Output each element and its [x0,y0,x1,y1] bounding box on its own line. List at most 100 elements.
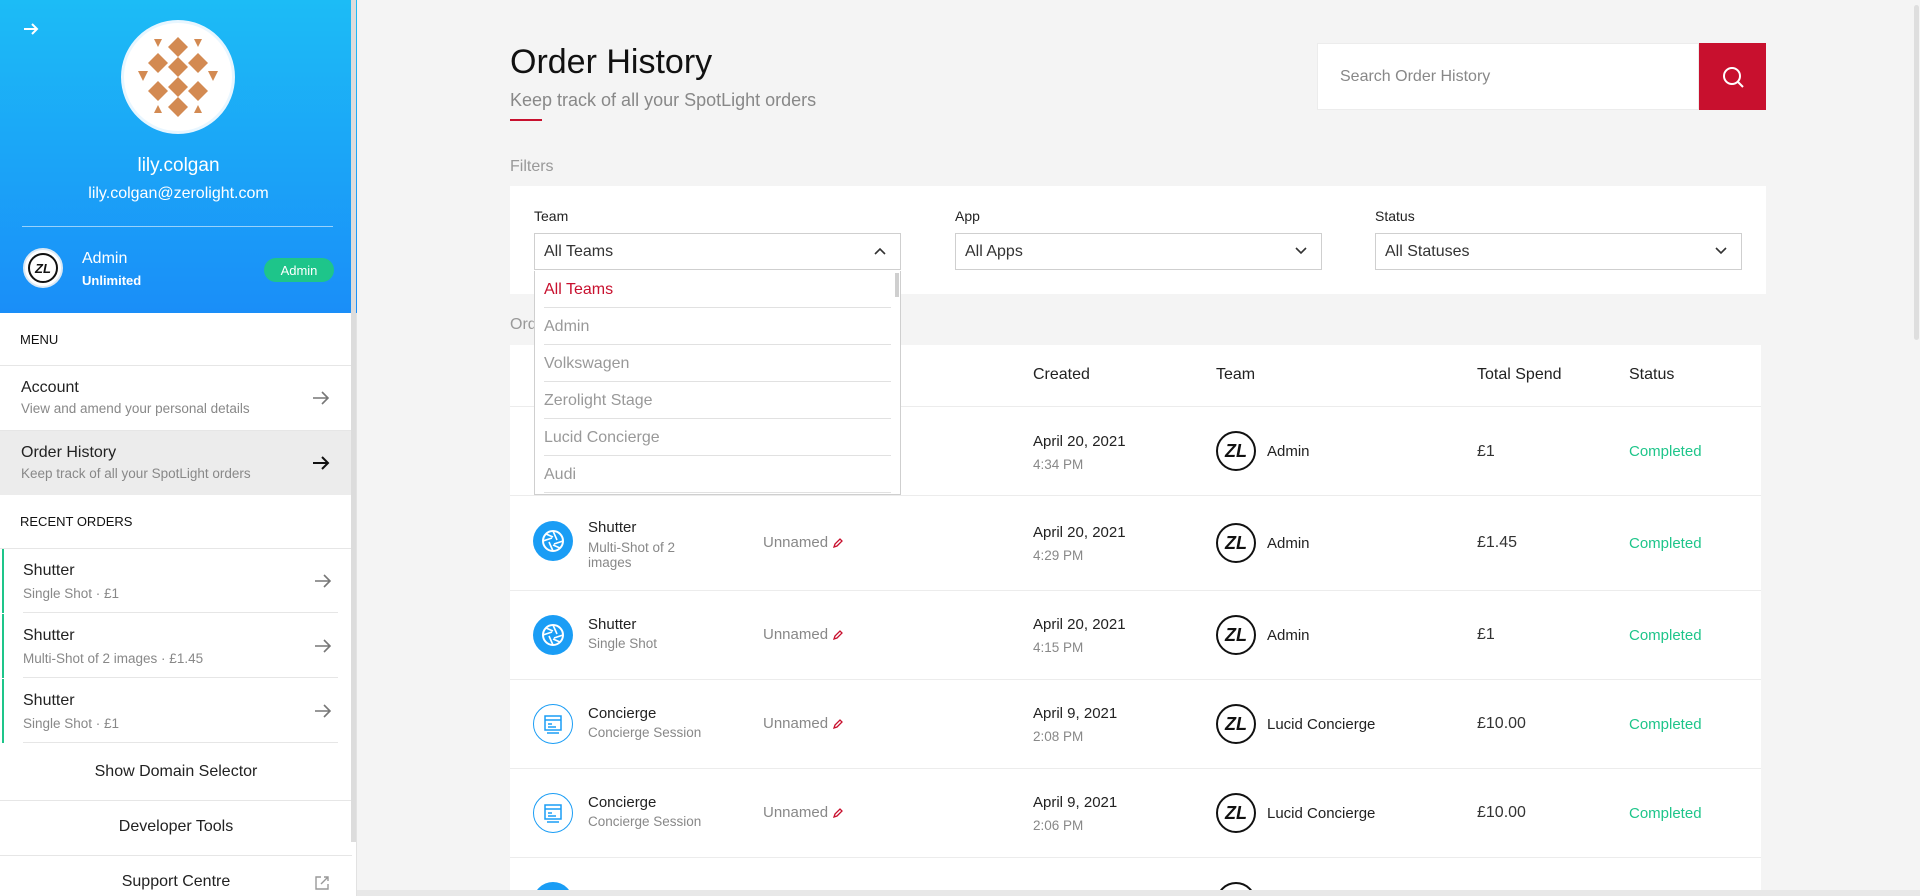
pencil-edit-icon[interactable] [832,629,844,641]
dropdown-option-all-teams[interactable]: All Teams [544,271,891,308]
page-scrollbar-thumb[interactable] [1914,5,1919,340]
sidebar-item-order-history[interactable]: Order History Keep track of all your Spo… [0,431,352,495]
app-name: Shutter [588,519,637,536]
title-underline [510,119,542,121]
profile-divider [22,226,333,227]
search-button[interactable] [1699,43,1766,110]
order-name[interactable]: Unnamed [763,715,844,732]
page-scrollbar[interactable] [1912,0,1920,896]
arrow-right-icon [313,391,330,405]
sidebar: lily.colgan lily.colgan@zerolight.com ZL… [0,0,357,896]
search-input[interactable] [1318,44,1698,109]
created-date: April 20, 2021 [1033,616,1126,633]
dropdown-option-lucid-concierge[interactable]: Lucid Concierge [544,419,891,456]
team-filter-select[interactable]: All Teams [534,233,901,270]
order-name[interactable]: Unnamed [763,626,844,643]
menu-item-title: Account [21,379,79,396]
pencil-edit-icon[interactable] [832,718,844,730]
recent-order-item[interactable]: Shutter Single Shot · £1 [2,679,338,743]
concierge-app-icon [533,793,573,833]
table-row[interactable]: Shutter Single Shot Unnamed April 20, 20… [510,590,1761,679]
team-role-badge: Admin [264,258,334,282]
total-spend: £1 [1477,443,1495,460]
app-filter-value: All Apps [965,243,1023,260]
page-title: Order History [510,43,713,81]
shutter-app-icon [533,521,573,561]
support-centre-button[interactable]: Support Centre [0,873,352,891]
orders-heading: Ord [510,316,537,333]
order-name-text: Unnamed [763,534,829,551]
column-header-created[interactable]: Created [1033,366,1090,384]
concierge-screen-icon [544,715,562,734]
menu-item-subtitle: Keep track of all your SpotLight orders [21,466,251,481]
collapse-sidebar-icon[interactable] [22,20,40,38]
zl-logo-icon: ZL [1216,704,1256,744]
created-date: April 9, 2021 [1033,705,1118,722]
app-description: Multi-Shot of 2 images [588,540,676,570]
pencil-edit-icon[interactable] [832,807,844,819]
column-header-status[interactable]: Status [1629,366,1674,384]
created-time: 4:34 PM [1033,457,1084,472]
status-filter-label: Status [1375,208,1415,224]
profile-panel: lily.colgan lily.colgan@zerolight.com ZL… [0,0,357,313]
app-name: Concierge [588,705,657,722]
menu-heading: MENU [20,332,59,347]
aperture-icon [542,624,564,646]
team-name: Admin [1267,535,1310,552]
order-name-text: Unnamed [763,626,829,643]
created-time: 4:15 PM [1033,640,1084,655]
recent-order-item[interactable]: Shutter Multi-Shot of 2 images · £1.45 [2,614,338,678]
status-badge: Completed [1629,443,1702,460]
zl-logo-icon: ZL [28,253,58,283]
dropdown-option-audi[interactable]: Audi [544,456,891,493]
app-description: Concierge Session [588,814,702,829]
dropdown-scrollbar[interactable] [895,273,899,297]
app-filter-label: App [955,208,980,224]
column-header-total-spend[interactable]: Total Spend [1477,366,1562,384]
order-name[interactable]: Unnamed [763,534,844,551]
chevron-down-icon [1715,247,1727,255]
recent-order-item[interactable]: Shutter Single Shot · £1 [2,549,338,613]
team-name: Admin [82,250,128,267]
chevron-up-icon [874,247,886,255]
app-filter-select[interactable]: All Apps [955,233,1322,270]
dropdown-option-zerolight-stage[interactable]: Zerolight Stage [544,382,891,419]
user-avatar[interactable] [121,20,235,134]
shutter-app-icon [533,615,573,655]
status-badge: Completed [1629,805,1702,822]
pencil-edit-icon[interactable] [832,537,844,549]
developer-tools-button[interactable]: Developer Tools [0,818,352,836]
sidebar-scrollbar[interactable] [351,0,356,842]
table-row[interactable]: Concierge Concierge Session Unnamed Apri… [510,679,1761,768]
divider [23,612,338,613]
sidebar-item-account[interactable]: Account View and amend your personal det… [0,366,352,430]
recent-orders-heading: RECENT ORDERS [20,514,133,529]
status-filter-value: All Statuses [1385,243,1470,260]
status-filter-select[interactable]: All Statuses [1375,233,1742,270]
zl-logo-icon: ZL [1216,523,1256,563]
dropdown-option-volkswagen[interactable]: Volkswagen [544,345,891,382]
arrow-right-icon [315,574,332,588]
table-row[interactable]: Shutter Multi-Shot of 2 images Unnamed A… [510,495,1761,590]
zl-logo-icon: ZL [1216,615,1256,655]
recent-order-title: Shutter [23,692,75,709]
recent-order-subtitle: Multi-Shot of 2 images · £1.45 [23,651,204,666]
order-name[interactable]: Unnamed [763,804,844,821]
arrow-right-icon [315,639,332,653]
dropdown-option-admin[interactable]: Admin [544,308,891,345]
arrow-right-icon [315,704,332,718]
order-name-text: Unnamed [763,804,829,821]
created-time: 4:29 PM [1033,548,1084,563]
table-row[interactable]: Concierge Concierge Session Unnamed Apri… [510,768,1761,857]
created-date: April 20, 2021 [1033,524,1126,541]
created-date: April 20, 2021 [1033,433,1126,450]
recent-order-title: Shutter [23,562,75,579]
page-subtitle: Keep track of all your SpotLight orders [510,90,817,110]
divider [0,855,352,856]
horizontal-scrollbar[interactable] [357,890,1920,896]
filters-heading: Filters [510,158,554,175]
show-domain-selector-button[interactable]: Show Domain Selector [0,763,352,781]
created-date: April 9, 2021 [1033,794,1118,811]
column-header-team[interactable]: Team [1216,366,1255,384]
total-spend: £1 [1477,626,1495,643]
